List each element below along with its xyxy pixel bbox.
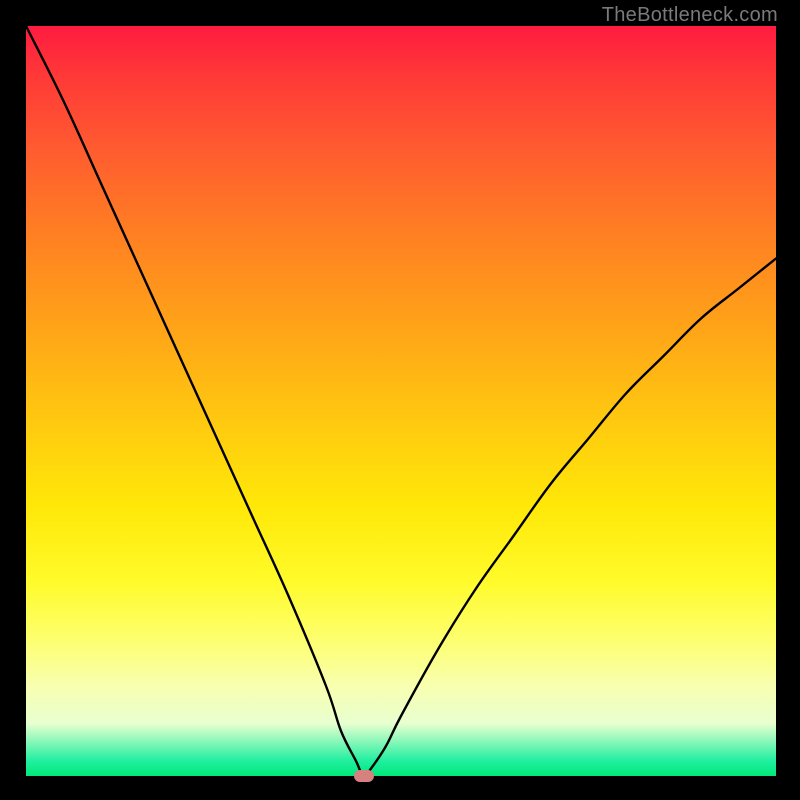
- watermark-text: TheBottleneck.com: [602, 4, 778, 27]
- bottleneck-curve: [26, 26, 776, 776]
- chart-plot-area: [26, 26, 776, 776]
- minimum-marker: [354, 770, 374, 782]
